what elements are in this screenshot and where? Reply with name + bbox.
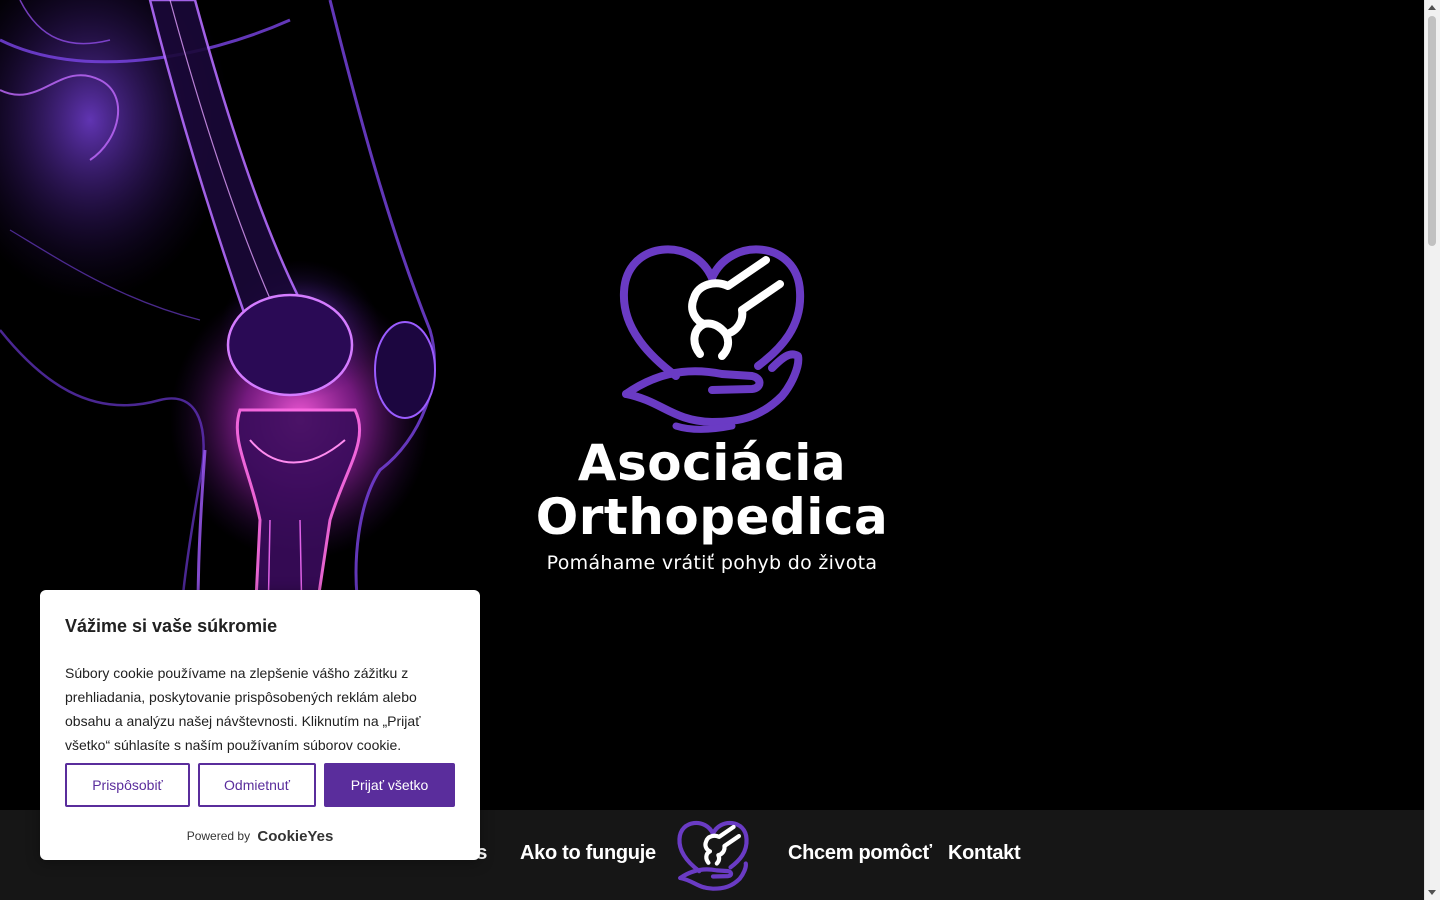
- cookie-title: Vážime si vaše súkromie: [65, 616, 278, 636]
- reject-button[interactable]: Odmietnuť: [198, 763, 316, 807]
- cookie-description: Súbory cookie používame na zlepšenie váš…: [65, 665, 421, 753]
- scroll-down-icon[interactable]: [1428, 890, 1436, 895]
- site-title-line1: Asociácia: [577, 434, 847, 492]
- customize-button[interactable]: Prispôsobiť: [65, 763, 190, 807]
- nav-item-kontakt[interactable]: Kontakt: [948, 842, 1021, 865]
- heart-hand-joint-icon[interactable]: [674, 814, 752, 894]
- site-tagline: Pomáhame vrátiť pohyb do života: [546, 552, 878, 574]
- nav-item-ako-to-funguje[interactable]: Ako to funguje: [520, 842, 656, 865]
- accept-all-button[interactable]: Prijať všetko: [324, 763, 455, 807]
- scroll-thumb[interactable]: [1428, 16, 1436, 246]
- cookie-buttons: Prispôsobiť Odmietnuť Prijať všetko: [65, 763, 455, 807]
- powered-by-label: Powered by: [186, 829, 251, 843]
- heart-hand-joint-icon: [619, 245, 805, 433]
- scroll-up-icon[interactable]: [1428, 5, 1436, 10]
- page-scrollbar[interactable]: [1424, 0, 1440, 900]
- nav-item-chcem-pomoct[interactable]: Chcem pomôcť: [788, 842, 932, 865]
- site-title-line2: Orthopedica: [535, 488, 889, 546]
- cookie-consent-dialog: Vážime si vaše súkromie Súbory cookie po…: [40, 590, 480, 860]
- site-title: Asociácia Orthopedica: [470, 436, 954, 544]
- powered-by: Powered by CookieYes: [40, 828, 480, 845]
- page: Asociácia Orthopedica Pomáhame vrátiť po…: [0, 0, 1440, 900]
- cookieyes-logo[interactable]: CookieYes: [257, 828, 333, 845]
